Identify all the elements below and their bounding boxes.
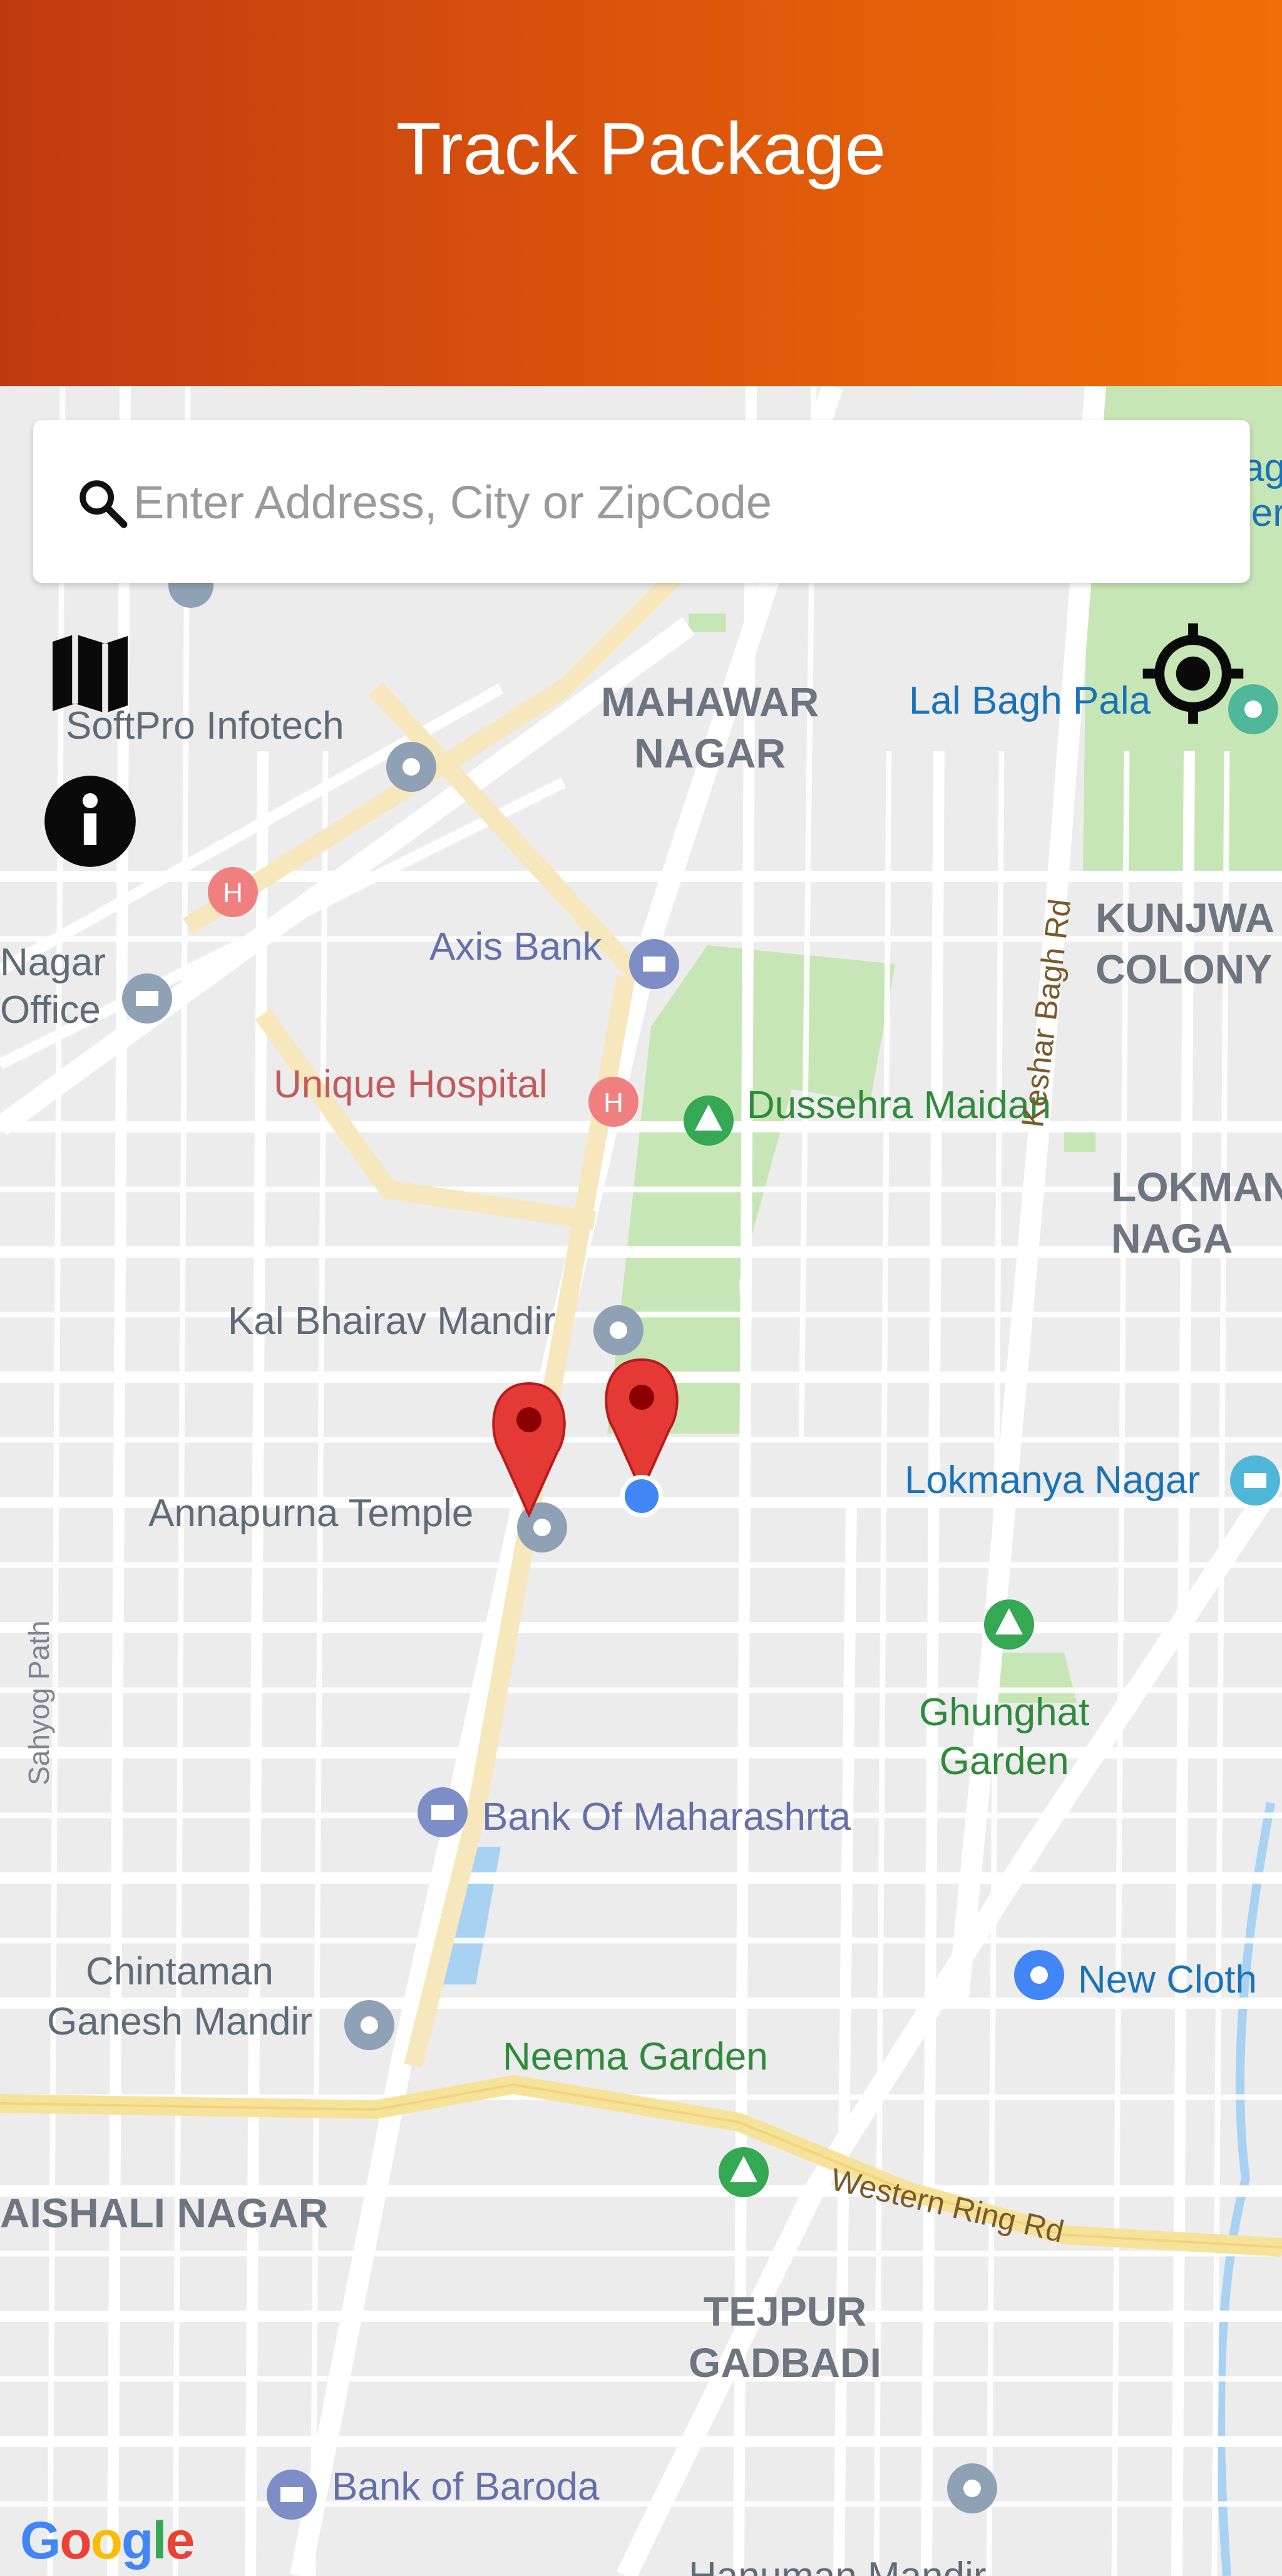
- place-chintaman-ganesh[interactable]: Chintaman Ganesh Mandir: [47, 1947, 312, 2047]
- search-icon[interactable]: [74, 475, 131, 531]
- place-bank-of-baroda[interactable]: Bank of Baroda: [332, 2465, 599, 2509]
- current-location-dot: [620, 1475, 663, 1517]
- app-header: Track Package: [0, 0, 1282, 386]
- place-unique-hospital[interactable]: Unique Hospital: [274, 1062, 548, 1107]
- area-label-lokmanya: LOKMAN NAGA: [1111, 1164, 1282, 1261]
- place-kal-bhairav[interactable]: Kal Bhairav Mandir: [228, 1299, 556, 1343]
- my-location-icon[interactable]: [1139, 620, 1247, 727]
- place-dussehra-maidan[interactable]: Dussehra Maidan: [747, 1083, 1051, 1127]
- area-label-vaishali: AISHALI NAGAR: [0, 2190, 329, 2236]
- map-icon[interactable]: [45, 629, 135, 719]
- map-view[interactable]: H H MAHAWAR NAGAR KUNJWA COLONY LOKMAN N…: [0, 386, 1282, 2576]
- place-hanuman-mandir[interactable]: Hanuman Mandir: [689, 2554, 987, 2576]
- page-title: Track Package: [396, 108, 886, 190]
- place-lokmanya-nagar[interactable]: Lokmanya Nagar: [905, 1458, 1200, 1502]
- package-marker-2: [605, 1358, 679, 1494]
- place-post-office[interactable]: Nagar Office: [0, 939, 106, 1034]
- google-attribution: Google: [20, 2511, 195, 2570]
- package-marker-1: [492, 1382, 566, 1518]
- info-icon[interactable]: [43, 774, 138, 869]
- area-label-kunjwani: KUNJWA COLONY: [1095, 895, 1275, 992]
- address-search-input[interactable]: [132, 459, 1199, 545]
- road-sahyog-path: Sahyog Path: [23, 1620, 55, 1785]
- address-search-bar[interactable]: [33, 420, 1250, 583]
- area-label-tejpur: TEJPUR GADBADI: [689, 2288, 881, 2386]
- area-label-mahawar: MAHAWAR NAGAR: [601, 679, 819, 776]
- place-axis-bank[interactable]: Axis Bank: [429, 925, 602, 969]
- place-neema-garden[interactable]: Neema Garden: [503, 2035, 768, 2079]
- place-lalbagh[interactable]: Lal Bagh Pala: [909, 679, 1151, 723]
- svg-text:H: H: [603, 1087, 623, 1118]
- place-annapurna-temple[interactable]: Annapurna Temple: [148, 1491, 473, 1536]
- place-ghunghat-garden[interactable]: Ghunghat Garden: [919, 1688, 1089, 1786]
- svg-text:H: H: [223, 878, 243, 908]
- place-new-cloth[interactable]: New Cloth: [1078, 1958, 1257, 2002]
- place-bank-of-maharashtra[interactable]: Bank Of Maharashrta: [482, 1795, 851, 1839]
